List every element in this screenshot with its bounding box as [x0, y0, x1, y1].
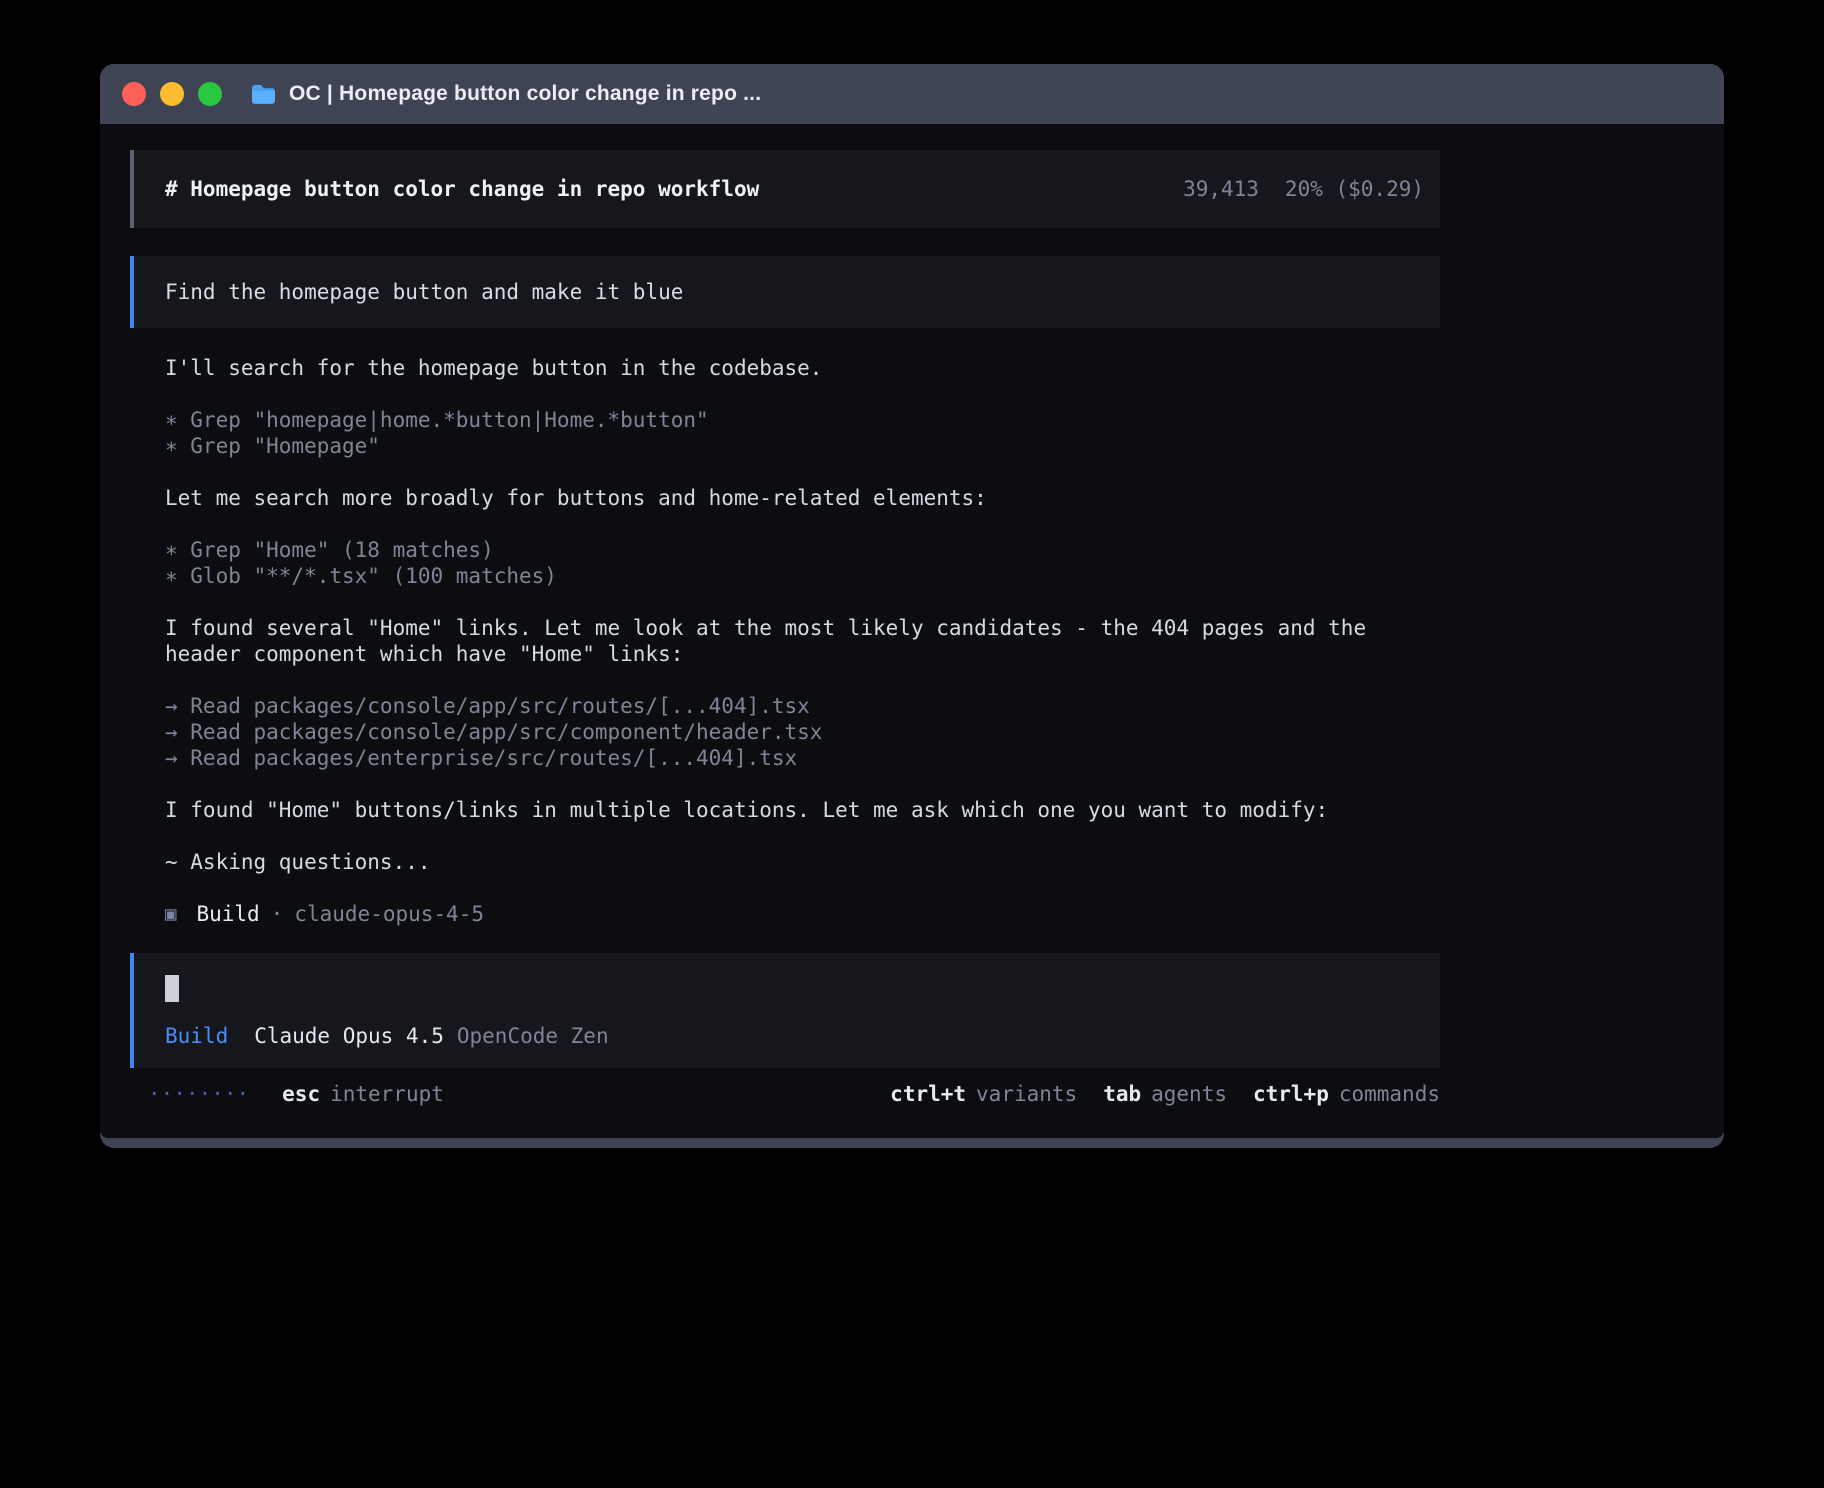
agent-separator: ·	[271, 901, 284, 927]
prompt-provider: OpenCode Zen	[457, 1024, 609, 1048]
window-title: OC | Homepage button color change in rep…	[289, 82, 761, 106]
close-button[interactable]	[122, 82, 146, 106]
session-header: # Homepage button color change in repo w…	[130, 150, 1440, 228]
tool-call-read: → Read packages/enterprise/src/routes/[.…	[165, 745, 1405, 771]
commands-label: commands	[1339, 1082, 1440, 1106]
status-bar: ········ esc interrupt ctrl+t variants tab…	[130, 1081, 1440, 1107]
text-cursor	[165, 975, 179, 1002]
prompt-meta: Build Claude Opus 4.5 OpenCode Zen	[165, 1024, 1420, 1048]
terminal-window: OC | Homepage button color change in rep…	[100, 64, 1724, 1148]
titlebar[interactable]: OC | Homepage button color change in rep…	[100, 64, 1724, 124]
folder-icon	[250, 83, 277, 105]
session-title: # Homepage button color change in repo w…	[165, 177, 759, 201]
maximize-button[interactable]	[198, 82, 222, 106]
tool-call-read: → Read packages/console/app/src/componen…	[165, 719, 1405, 745]
esc-key[interactable]: esc	[282, 1082, 320, 1106]
token-count: 39,413	[1183, 177, 1259, 201]
prompt-agent-mode[interactable]: Build	[165, 1024, 228, 1048]
terminal-content: # Homepage button color change in repo w…	[100, 124, 1724, 1138]
assistant-message-line: Let me search more broadly for buttons a…	[165, 485, 1405, 511]
agent-status-row: ▣ Build · claude-opus-4-5	[165, 901, 1405, 927]
tool-call-grep: ∗ Grep "Homepage"	[165, 433, 1405, 459]
tool-call-read: → Read packages/console/app/src/routes/[…	[165, 693, 1405, 719]
esc-label: interrupt	[330, 1082, 444, 1106]
tool-call-grep: ∗ Grep "Home" (18 matches)	[165, 537, 1405, 563]
session-stats: 39,413 20% ($0.29)	[1183, 177, 1424, 201]
hint-agents: tab agents	[1103, 1081, 1227, 1107]
context-usage: 20% ($0.29)	[1285, 177, 1424, 201]
transcript: I'll search for the homepage button in t…	[130, 355, 1405, 927]
tab-key[interactable]: tab	[1103, 1082, 1141, 1106]
assistant-message-line: I'll search for the homepage button in t…	[165, 355, 1405, 381]
prompt-input[interactable]: Build Claude Opus 4.5 OpenCode Zen	[130, 953, 1440, 1068]
minimize-button[interactable]	[160, 82, 184, 106]
assistant-status-line: ~ Asking questions...	[165, 849, 1405, 875]
prompt-model[interactable]: Claude Opus 4.5	[254, 1024, 444, 1048]
agent-model: claude-opus-4-5	[294, 901, 484, 927]
variants-label: variants	[976, 1082, 1077, 1106]
ctrl-p-key[interactable]: ctrl+p	[1253, 1082, 1329, 1106]
agent-name: Build	[196, 901, 259, 927]
ctrl-t-key[interactable]: ctrl+t	[890, 1082, 966, 1106]
tool-call-glob: ∗ Glob "**/*.tsx" (100 matches)	[165, 563, 1405, 589]
assistant-message-line: I found several "Home" links. Let me loo…	[165, 615, 1405, 667]
progress-dots: ········	[148, 1081, 249, 1107]
hint-commands: ctrl+p commands	[1253, 1081, 1440, 1107]
traffic-lights	[122, 82, 222, 106]
status-hints: ctrl+t variants tab agents ctrl+p commands	[890, 1081, 1440, 1107]
assistant-message-line: I found "Home" buttons/links in multiple…	[165, 797, 1405, 823]
agent-badge-icon: ▣	[165, 901, 176, 927]
tool-call-grep: ∗ Grep "homepage|home.*button|Home.*butt…	[165, 407, 1405, 433]
user-message: Find the homepage button and make it blu…	[130, 256, 1440, 328]
hint-variants: ctrl+t variants	[890, 1081, 1077, 1107]
hint-interrupt: esc interrupt	[282, 1081, 444, 1107]
agents-label: agents	[1151, 1082, 1227, 1106]
user-message-text: Find the homepage button and make it blu…	[165, 280, 683, 304]
